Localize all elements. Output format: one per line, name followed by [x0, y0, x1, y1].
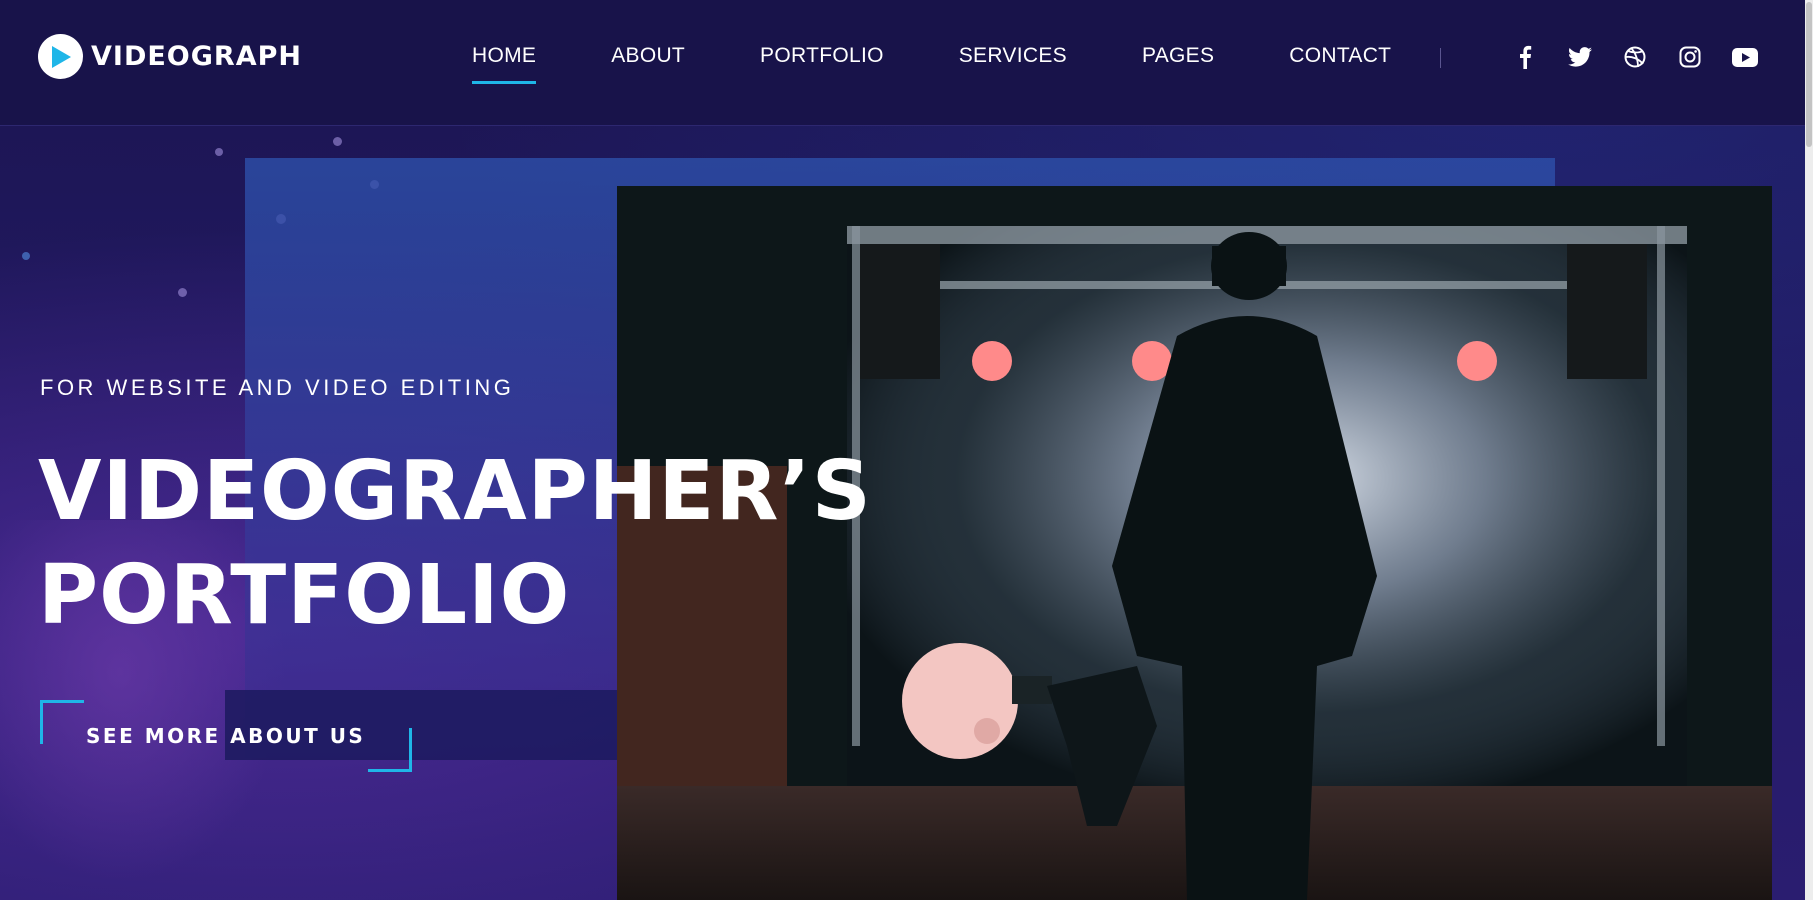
nav-item-pages[interactable]: PAGES [1142, 44, 1214, 84]
decor-dot [178, 288, 187, 297]
facebook-icon[interactable] [1510, 42, 1540, 72]
bracket-bottom-right [368, 728, 412, 772]
scrollbar[interactable] [1805, 0, 1813, 900]
nav-item-home[interactable]: HOME [472, 44, 537, 84]
nav-divider [1440, 48, 1441, 68]
social-links [1510, 42, 1760, 72]
cta-label: SEE MORE ABOUT US [86, 724, 366, 748]
hero-kicker: FOR WEBSITE AND VIDEO EDITING [40, 375, 515, 400]
decor-dot [333, 137, 342, 146]
decor-dot [215, 148, 223, 156]
play-circle-icon [38, 34, 83, 79]
site-logo[interactable]: VIDEOGRAPH [38, 34, 302, 79]
site-header: VIDEOGRAPH HOME ABOUT PORTFOLIO SERVICES… [0, 0, 1813, 126]
decor-dot [22, 252, 30, 260]
instagram-icon[interactable] [1675, 42, 1705, 72]
hero-title-line2: PORTFOLIO [38, 548, 571, 643]
scrollbar-thumb[interactable] [1806, 2, 1812, 147]
youtube-icon[interactable] [1730, 42, 1760, 72]
see-more-about-us-button[interactable]: SEE MORE ABOUT US [40, 700, 412, 772]
nav-item-services[interactable]: SERVICES [959, 44, 1067, 84]
nav-item-contact[interactable]: CONTACT [1289, 44, 1391, 84]
dribbble-icon[interactable] [1620, 42, 1650, 72]
nav-item-about[interactable]: ABOUT [611, 44, 685, 84]
hero-title-line1: VIDEOGRAPHER’S [38, 444, 872, 539]
brand-name: VIDEOGRAPH [91, 41, 302, 72]
main-nav: HOME ABOUT PORTFOLIO SERVICES PAGES CONT… [472, 44, 1466, 84]
bracket-top-left [40, 700, 84, 744]
nav-item-portfolio[interactable]: PORTFOLIO [760, 44, 884, 84]
twitter-icon[interactable] [1565, 42, 1595, 72]
hero-title: VIDEOGRAPHER’S PORTFOLIO [38, 440, 871, 648]
